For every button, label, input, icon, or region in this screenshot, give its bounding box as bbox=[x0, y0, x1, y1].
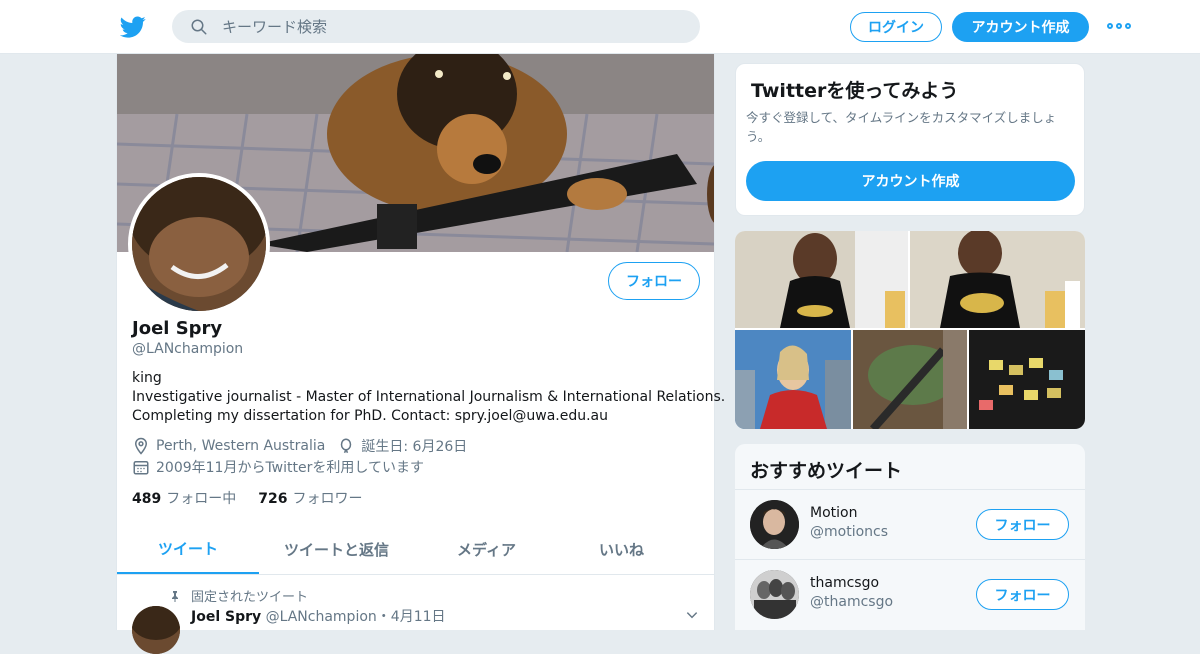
bio-line: Investigative journalist - Master of Int… bbox=[132, 389, 726, 405]
tweet-separator: ・ bbox=[376, 609, 391, 625]
recommended-name: Motion bbox=[810, 505, 858, 521]
media-thumbnail[interactable] bbox=[735, 231, 908, 328]
signup-card-title: Twitterを使ってみよう bbox=[751, 80, 959, 102]
following-count: 489 bbox=[132, 491, 162, 507]
location-row: Perth, Western Australia 誕生日: 6月26日 bbox=[132, 436, 467, 456]
profile-avatar[interactable] bbox=[128, 173, 270, 315]
tab-media[interactable]: メディア bbox=[414, 524, 559, 574]
joined-row: 2009年11月からTwitterを利用しています bbox=[132, 457, 424, 477]
avatar-photo bbox=[750, 570, 799, 619]
bio-line: Completing my dissertation for PhD. Cont… bbox=[132, 408, 608, 424]
joined-text: 2009年11月からTwitterを利用しています bbox=[156, 460, 424, 476]
profile-bio: king Investigative journalist - Master o… bbox=[132, 369, 726, 426]
avatar-photo bbox=[132, 177, 266, 311]
profile-stats: 489 フォロー中 726 フォロワー bbox=[132, 488, 384, 508]
tweet-header: Joel Spry @LANchampion・4月11日 bbox=[191, 606, 446, 626]
bio-line: king bbox=[132, 370, 162, 386]
balloon-icon bbox=[341, 438, 352, 454]
recommended-account[interactable]: thamcsgo @thamcsgo フォロー bbox=[735, 559, 1085, 629]
avatar[interactable] bbox=[750, 500, 799, 549]
tweet-author-handle[interactable]: @LANchampion bbox=[266, 609, 377, 625]
location-pin-icon bbox=[134, 437, 148, 455]
media-thumbnail[interactable] bbox=[910, 231, 1085, 328]
following-stat[interactable]: 489 フォロー中 bbox=[132, 488, 236, 508]
profile-tabs: ツイート ツイートと返信 メディア いいね bbox=[117, 524, 714, 575]
signup-button[interactable]: アカウント作成 bbox=[952, 12, 1089, 42]
media-thumbnail[interactable] bbox=[735, 330, 851, 429]
media-thumbnail[interactable] bbox=[969, 330, 1085, 429]
followers-count: 726 bbox=[258, 491, 288, 507]
avatar-photo bbox=[750, 500, 799, 549]
recommended-account[interactable]: Motion @motioncs フォロー bbox=[735, 489, 1085, 559]
avatar[interactable] bbox=[750, 570, 799, 619]
media-photo bbox=[735, 231, 908, 328]
media-thumbnail-grid bbox=[735, 231, 1085, 429]
tab-likes[interactable]: いいね bbox=[559, 524, 684, 574]
chevron-down-icon[interactable] bbox=[685, 608, 699, 622]
tab-tweets[interactable]: ツイート bbox=[117, 524, 259, 574]
login-button[interactable]: ログイン bbox=[850, 12, 942, 42]
media-photo bbox=[910, 231, 1085, 328]
media-photo bbox=[853, 330, 967, 429]
pinned-tweet-label: 固定されたツイート bbox=[169, 586, 308, 605]
profile-handle[interactable]: @LANchampion bbox=[132, 341, 243, 357]
following-label: フォロー中 bbox=[166, 491, 237, 507]
signup-card: Twitterを使ってみよう 今すぐ登録して、タイムラインをカスタマイズしましょ… bbox=[735, 63, 1085, 216]
birthday-text: 誕生日: 6月26日 bbox=[361, 439, 468, 455]
tweet-avatar[interactable] bbox=[132, 606, 180, 654]
media-photo bbox=[969, 330, 1085, 429]
follow-button[interactable]: フォロー bbox=[976, 579, 1069, 610]
location-text: Perth, Western Australia bbox=[156, 438, 326, 454]
top-navigation-bar: ログイン アカウント作成 bbox=[0, 0, 1200, 54]
recommended-name: thamcsgo bbox=[810, 575, 880, 591]
pin-icon bbox=[172, 590, 178, 602]
media-photo bbox=[735, 330, 851, 429]
recommended-title: おすすめツイート bbox=[750, 460, 903, 482]
signup-card-button[interactable]: アカウント作成 bbox=[746, 161, 1075, 201]
signup-card-description: 今すぐ登録して、タイムラインをカスタマイズしましょう。 bbox=[746, 110, 1057, 144]
follow-button[interactable]: フォロー bbox=[608, 262, 700, 300]
media-thumbnail[interactable] bbox=[853, 330, 967, 429]
profile-name[interactable]: Joel Spry bbox=[132, 318, 222, 339]
recommended-handle: @thamcsgo bbox=[810, 594, 894, 610]
search-icon bbox=[191, 19, 207, 34]
tweet-avatar-photo bbox=[132, 606, 180, 654]
twitter-bird-icon[interactable] bbox=[120, 14, 146, 40]
followers-stat[interactable]: 726 フォロワー bbox=[258, 488, 362, 508]
search-input[interactable] bbox=[222, 17, 662, 36]
more-options-icon[interactable] bbox=[1107, 18, 1131, 34]
calendar-icon bbox=[133, 461, 149, 475]
recommended-card: おすすめツイート Motion @motioncs フォロー thamcsgo … bbox=[735, 444, 1085, 630]
tweet-date[interactable]: 4月11日 bbox=[391, 609, 446, 625]
follow-button[interactable]: フォロー bbox=[976, 509, 1069, 540]
recommended-handle: @motioncs bbox=[810, 524, 889, 540]
tweet-author-name[interactable]: Joel Spry bbox=[191, 609, 261, 625]
profile-column: フォロー Joel Spry @LANchampion king Investi… bbox=[116, 54, 726, 654]
pinned-text: 固定されたツイート bbox=[191, 590, 309, 605]
tab-tweets-and-replies[interactable]: ツイートと返信 bbox=[259, 524, 414, 574]
followers-label: フォロワー bbox=[292, 491, 363, 507]
search-bar[interactable] bbox=[172, 10, 700, 43]
